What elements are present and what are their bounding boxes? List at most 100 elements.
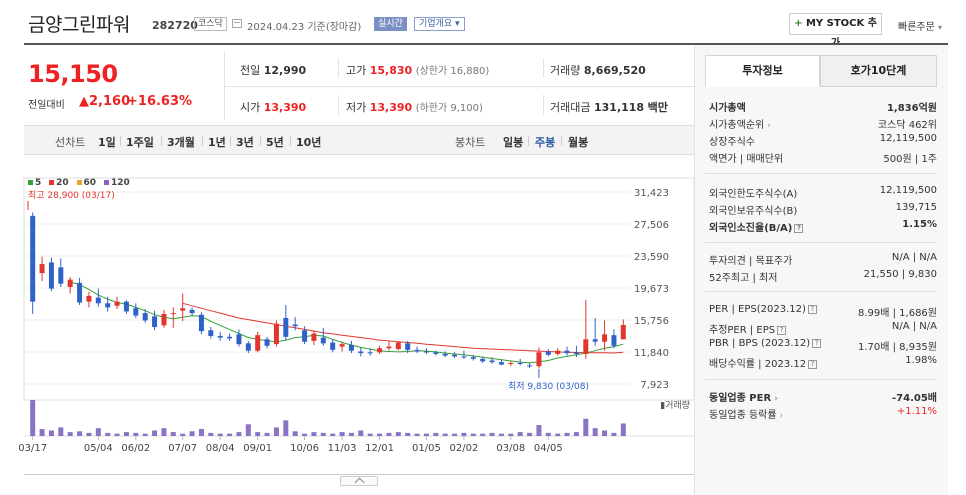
info-value: +1.11% [896,406,937,417]
volume-bar [161,428,167,436]
period-1w[interactable]: 1주일 [126,134,154,150]
candle-body [142,313,148,321]
volume-bar [480,433,486,436]
help-icon[interactable]: ? [794,223,804,233]
candle-body [611,335,617,346]
divider [705,242,937,243]
volume-bar [339,432,345,436]
info-row[interactable]: 동일업종 PER › -74.05배 [705,387,937,404]
info-value: 1.98% [905,355,937,366]
period-3y[interactable]: 3년 [236,134,254,150]
candle-body [302,330,308,342]
chevron-down-icon: ▾ [938,23,943,32]
info-value: -74.05배 [892,393,937,404]
volume-bar [583,418,589,436]
info-row: 외국인소진율(B/A)? 1.15% [705,217,937,234]
volume-value: 8,669,520 [583,64,646,77]
quick-order-button[interactable]: 빠른주문 ▾ [898,18,942,33]
volume-bar [95,428,101,436]
x-tick-label: 11/03 [328,443,357,454]
prev-close-label: 전일 [240,64,261,77]
low-value: 13,390 [369,101,413,114]
period-5y[interactable]: 5년 [266,134,284,150]
help-icon[interactable]: ? [807,304,817,314]
divider [260,136,261,146]
period-1d[interactable]: 1일 [98,134,116,150]
volume-bar [555,433,561,436]
candle-body [105,303,111,308]
volume-bar [198,428,204,436]
volume-bar [620,423,626,436]
calendar-icon [232,19,242,28]
volume-bar [142,433,148,436]
help-icon[interactable]: ? [812,338,822,348]
divider [543,95,544,115]
candle-monthly[interactable]: 월봉 [568,134,588,150]
volume-label: 거래량 [550,64,581,77]
x-tick-label: 03/17 [18,443,47,454]
period-3m[interactable]: 3개월 [167,134,195,150]
open-label: 시가 [240,101,261,114]
candle-body [423,351,429,353]
candle-body [545,351,551,355]
candle-body [583,339,589,354]
candle-body [123,301,129,312]
info-section-industry: 동일업종 PER › -74.05배 동일업종 등락률 › +1.11% [705,387,937,421]
stock-title: 금양그린파워 [28,14,130,36]
candle-body [77,282,83,303]
volume-bar [348,432,354,436]
period-10y[interactable]: 10년 [296,134,321,150]
candle-daily[interactable]: 일봉 [503,134,523,150]
candle-body [602,334,608,342]
divider [224,86,694,87]
info-row: 시가총액 1,836억원 [705,97,937,114]
tab-hoga-10[interactable]: 호가10단계 [820,55,937,87]
candle-body [620,324,626,340]
company-overview-label: 기업개요 [419,19,453,29]
volume-bar [452,433,458,436]
divider [705,379,937,380]
divider [705,173,937,174]
volume-bar [152,430,158,436]
divider [230,136,231,146]
amount-unit: 백만 [647,101,668,114]
info-row[interactable]: 시가총액순위 › 코스닥 462위 [705,114,937,131]
upper-limit: (상한가 16,880) [415,66,490,77]
info-value: 8.99배 | 1,686원 [857,308,937,319]
price-chart[interactable]: 31,423 27,506 23,590 19,673 15,756 11,840 7,92… [0,170,694,475]
amount-value: 131,118 [593,101,645,114]
period-1y[interactable]: 1년 [208,134,226,150]
info-key-text: 동일업종 등락률 [709,410,777,421]
candle-weekly[interactable]: 주봉 [535,134,555,150]
info-row[interactable]: 동일업종 등락률 › +1.11% [705,404,937,421]
tab-investment-info[interactable]: 투자정보 [705,55,820,87]
my-stock-add-button[interactable]: + MY STOCK 추가 [789,13,882,49]
volume-bar [611,432,617,436]
investment-info-panel: 투자정보 호가10단계 시가총액 1,836억원 시가총액순위 › 코스닥 462위 상… [694,45,948,495]
volume-bar [255,432,261,436]
candle-body [386,346,392,349]
amount-label: 거래대금 [550,101,591,114]
high-label: 고가 [346,64,367,77]
candle-body [592,339,598,342]
realtime-button[interactable]: 실시간 [374,17,407,31]
volume-bar [545,432,551,436]
info-key: 시가총액순위 › [709,116,771,131]
market-badge: 코스닥 [194,17,227,31]
x-tick-label: 04/05 [534,443,563,454]
volume-bar [217,433,223,436]
candle-body [358,351,364,354]
volume: 거래량 8,669,520 [550,62,646,78]
volume-bar [423,433,429,436]
info-section-opinion: 투자의견 | 목표주가 N/A | N/A 52주최고 | 최저 21,550 | 9… [705,250,937,284]
volume-bar [245,424,251,436]
collapse-chart-button[interactable] [340,476,378,486]
volume-bar [292,431,298,436]
info-section-valuation: PER | EPS(2023.12)? 8.99배 | 1,686원 추정PER |… [705,302,937,370]
candle-body [30,215,36,302]
company-overview-dropdown[interactable]: 기업개요 ▾ [414,17,465,31]
info-key: 액면가 | 매매단위 [709,150,783,165]
help-icon[interactable]: ? [808,359,818,369]
info-row: 52주최고 | 최저 21,550 | 9,830 [705,267,937,284]
help-icon[interactable]: ? [777,325,787,335]
